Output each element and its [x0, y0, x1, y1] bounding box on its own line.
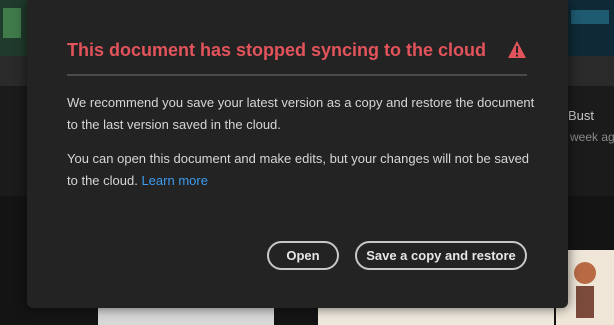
dialog-header: This document has stopped syncing to the… — [67, 38, 527, 76]
background-item-subtitle: week ago — [570, 130, 614, 144]
background-item-title: Bust — [568, 108, 595, 123]
dialog-title: This document has stopped syncing to the… — [67, 40, 487, 60]
save-copy-and-restore-button[interactable]: Save a copy and restore — [355, 241, 527, 270]
sync-error-dialog: This document has stopped syncing to the… — [27, 0, 568, 308]
background-thumbnail[interactable] — [567, 0, 614, 56]
dialog-message-2: You can open this document and make edit… — [67, 148, 537, 192]
background-thumbnail[interactable] — [0, 0, 27, 56]
learn-more-link[interactable]: Learn more — [141, 173, 207, 188]
alert-triangle-icon — [508, 41, 526, 58]
dialog-message-2-text: You can open this document and make edit… — [67, 151, 530, 188]
dialog-message-1: We recommend you save your latest versio… — [67, 95, 535, 132]
open-button[interactable]: Open — [267, 241, 339, 270]
